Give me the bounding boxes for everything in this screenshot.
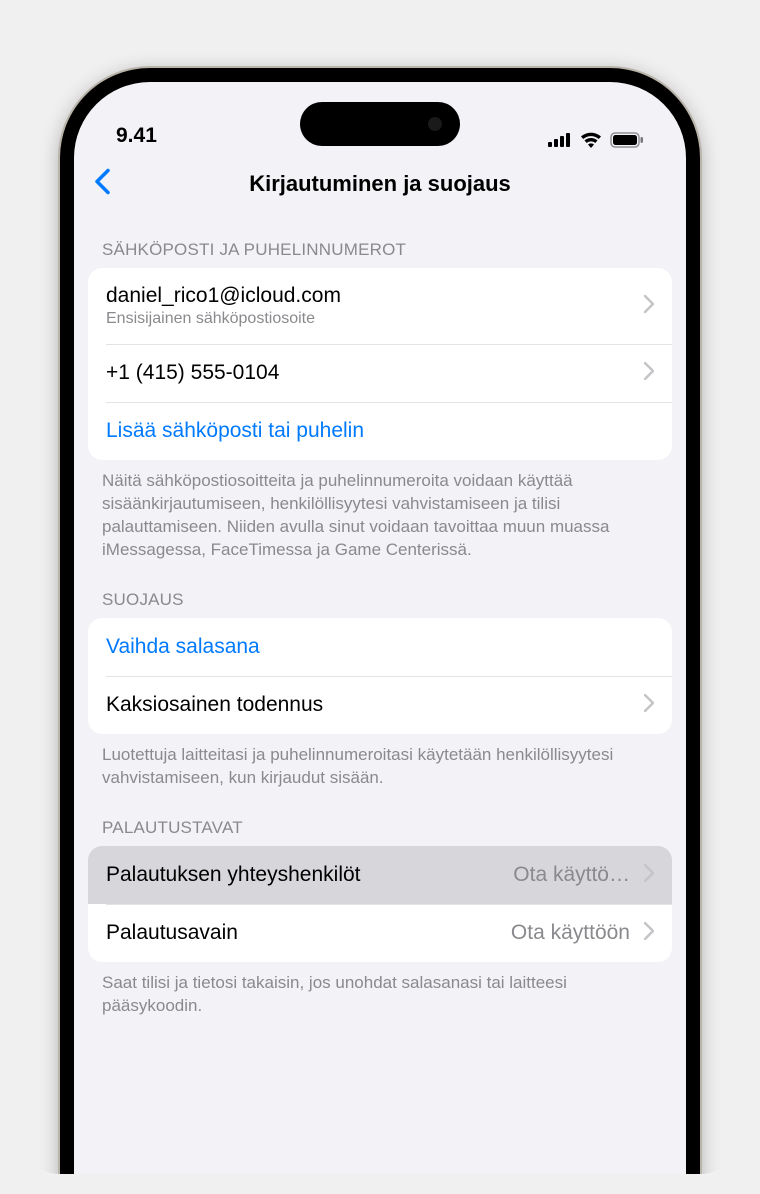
section-header-email-phone: SÄHKÖPOSTI JA PUHELINNUMEROT — [74, 216, 686, 268]
primary-email-value: daniel_rico1@icloud.com — [106, 284, 640, 308]
add-email-phone-row[interactable]: Lisää sähköposti tai puhelin — [88, 402, 672, 460]
phone-number-value: +1 (415) 555-0104 — [106, 361, 640, 385]
chevron-right-icon — [644, 862, 654, 888]
email-phone-group: daniel_rico1@icloud.com Ensisijainen säh… — [88, 268, 672, 460]
status-time: 9.41 — [116, 124, 157, 148]
recovery-contacts-label: Palautuksen yhteyshenkilöt — [106, 863, 513, 887]
recovery-contacts-value: Ota käyttö… — [513, 863, 630, 887]
dynamic-island — [300, 102, 460, 146]
security-group: Vaihda salasana Kaksiosainen todennus — [88, 618, 672, 734]
settings-content: SÄHKÖPOSTI JA PUHELINNUMEROT daniel_rico… — [74, 216, 686, 1062]
primary-email-sub: Ensisijainen sähköpostiosoite — [106, 310, 640, 328]
two-factor-row[interactable]: Kaksiosainen todennus — [88, 676, 672, 734]
change-password-label: Vaihda salasana — [106, 635, 654, 659]
phone-screen: 9.41 Kirjautuminen ja suo — [74, 82, 686, 1174]
back-button[interactable] — [94, 166, 110, 203]
chevron-right-icon — [644, 692, 654, 718]
primary-email-row[interactable]: daniel_rico1@icloud.com Ensisijainen säh… — [88, 268, 672, 344]
battery-icon — [610, 132, 644, 148]
recovery-group: Palautuksen yhteyshenkilöt Ota käyttö… P… — [88, 846, 672, 962]
recovery-key-row[interactable]: Palautusavain Ota käyttöön — [88, 904, 672, 962]
recovery-contacts-row[interactable]: Palautuksen yhteyshenkilöt Ota käyttö… — [88, 846, 672, 904]
change-password-row[interactable]: Vaihda salasana — [88, 618, 672, 676]
section-footer-security: Luotettuja laitteitasi ja puhelinnumeroi… — [74, 734, 686, 794]
phone-number-row[interactable]: +1 (415) 555-0104 — [88, 344, 672, 402]
nav-bar: Kirjautuminen ja suojaus — [74, 152, 686, 216]
section-footer-recovery: Saat tilisi ja tietosi takaisin, jos uno… — [74, 962, 686, 1022]
recovery-key-value: Ota käyttöön — [511, 921, 630, 945]
add-email-phone-label: Lisää sähköposti tai puhelin — [106, 419, 654, 443]
page-title: Kirjautuminen ja suojaus — [249, 171, 511, 197]
chevron-right-icon — [644, 360, 654, 386]
recovery-key-label: Palautusavain — [106, 921, 511, 945]
cellular-signal-icon — [548, 133, 572, 147]
section-footer-email-phone: Näitä sähköpostiosoitteita ja puhelinnum… — [74, 460, 686, 566]
chevron-right-icon — [644, 920, 654, 946]
section-header-security: SUOJAUS — [74, 566, 686, 618]
chevron-right-icon — [644, 293, 654, 319]
two-factor-label: Kaksiosainen todennus — [106, 693, 640, 717]
phone-frame: 9.41 Kirjautuminen ja suo — [60, 68, 700, 1174]
section-header-recovery: PALAUTUSTAVAT — [74, 794, 686, 846]
wifi-icon — [580, 132, 602, 148]
